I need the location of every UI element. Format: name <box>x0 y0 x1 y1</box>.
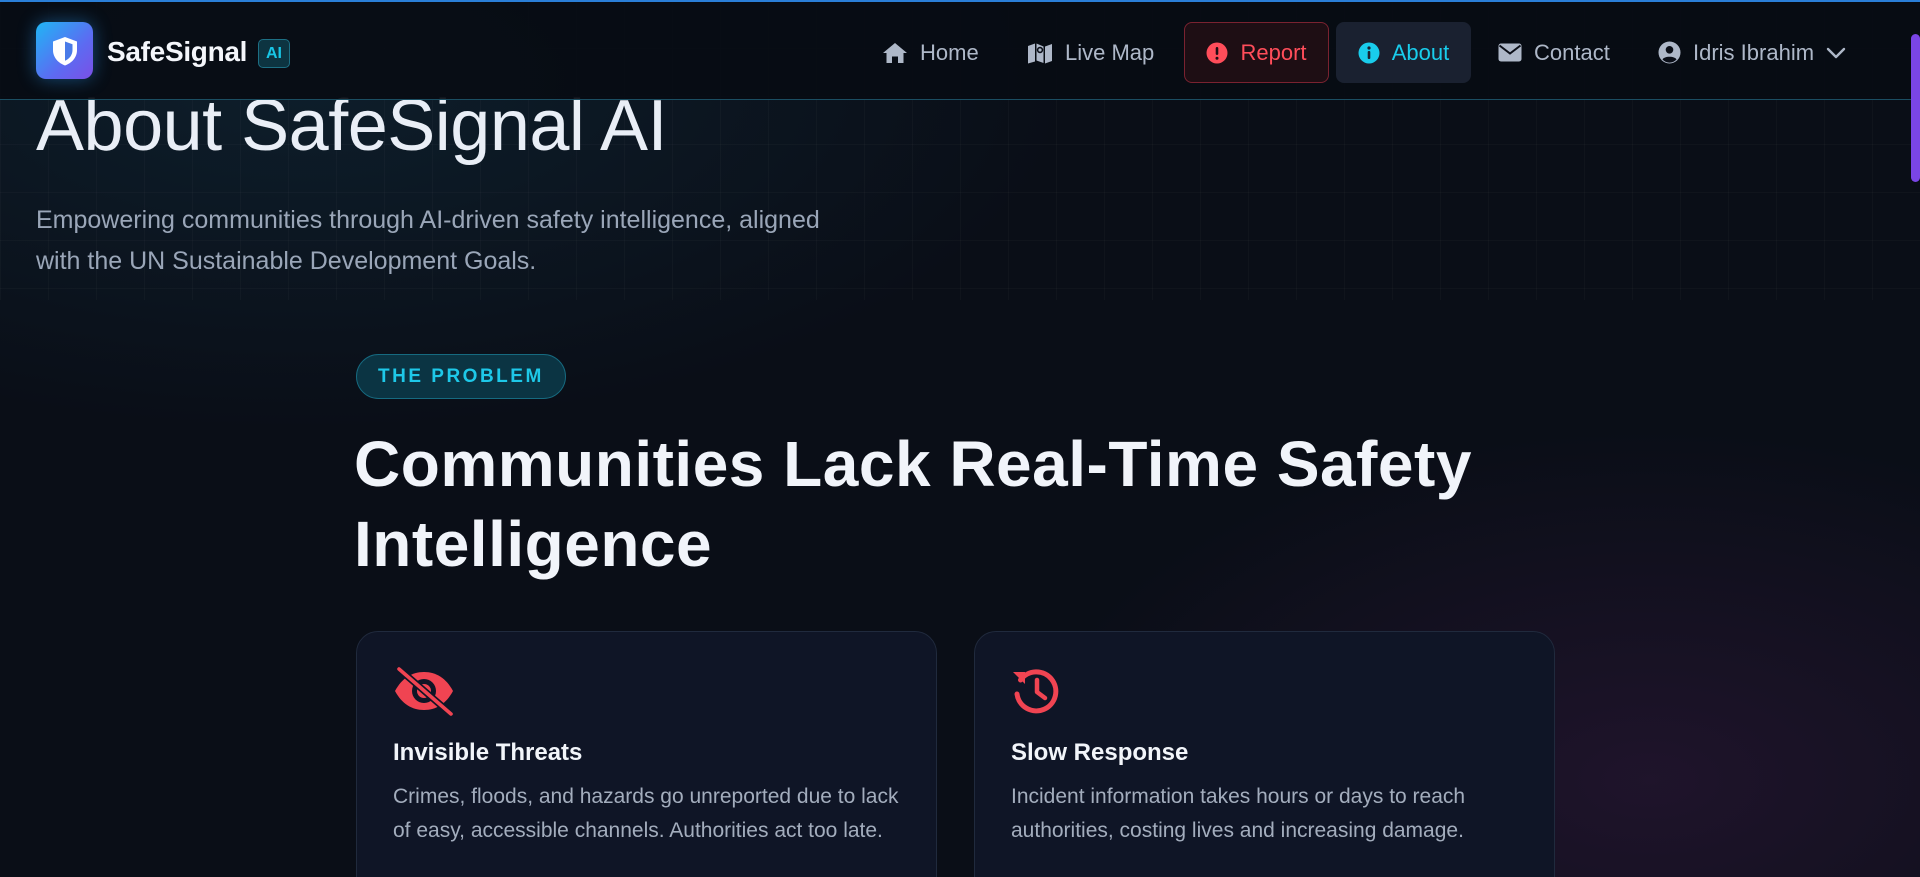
user-menu-dropdown[interactable]: Idris Ibrahim <box>1638 22 1866 83</box>
problem-section-title: Communities Lack Real-Time Safety Intell… <box>354 428 1472 580</box>
exclamation-circle-icon <box>1206 42 1228 63</box>
problem-card-invisible-threats: Invisible Threats Crimes, floods, and ha… <box>356 631 937 877</box>
nav-home-label: Home <box>920 39 979 65</box>
nav-about-tab[interactable]: About <box>1336 22 1471 83</box>
clock-rotate-icon <box>1013 669 1059 714</box>
nav-report-button[interactable]: Report <box>1184 22 1329 83</box>
nav-home-link[interactable]: Home <box>862 22 999 83</box>
eye-slash-icon <box>395 666 455 716</box>
card-title: Invisible Threats <box>393 739 583 766</box>
nav-live-map-label: Live Map <box>1065 39 1155 65</box>
card-description: Incident information takes hours or days… <box>1011 785 1466 842</box>
page-subtitle: Empowering communities through AI-driven… <box>36 206 820 275</box>
map-icon <box>1028 43 1052 63</box>
card-description: Crimes, floods, and hazards go unreporte… <box>393 785 899 842</box>
problem-card-slow-response: Slow Response Incident information takes… <box>974 631 1555 877</box>
nav-about-label: About <box>1391 39 1450 65</box>
card-title: Slow Response <box>1011 739 1189 766</box>
brand-ai-badge: AI <box>258 39 290 68</box>
nav-live-map-link[interactable]: Live Map <box>1007 22 1174 83</box>
logo-shield-icon[interactable] <box>36 22 93 79</box>
home-icon <box>883 42 907 63</box>
info-circle-icon <box>1358 42 1380 63</box>
section-pill-label: THE PROBLEM <box>356 354 566 399</box>
user-name-label: Idris Ibrahim <box>1693 39 1815 65</box>
envelope-icon <box>1498 43 1522 62</box>
brand-name[interactable]: SafeSignal <box>107 36 247 68</box>
user-circle-icon <box>1658 41 1681 64</box>
top-navigation-bar: SafeSignal AI Home Live Map Report About <box>0 0 1920 100</box>
nav-contact-link[interactable]: Contact <box>1478 22 1630 83</box>
chevron-down-icon <box>1826 47 1846 58</box>
nav-report-label: Report <box>1240 39 1307 65</box>
nav-contact-label: Contact <box>1534 39 1610 65</box>
page-scrollbar-thumb[interactable] <box>1911 34 1920 182</box>
